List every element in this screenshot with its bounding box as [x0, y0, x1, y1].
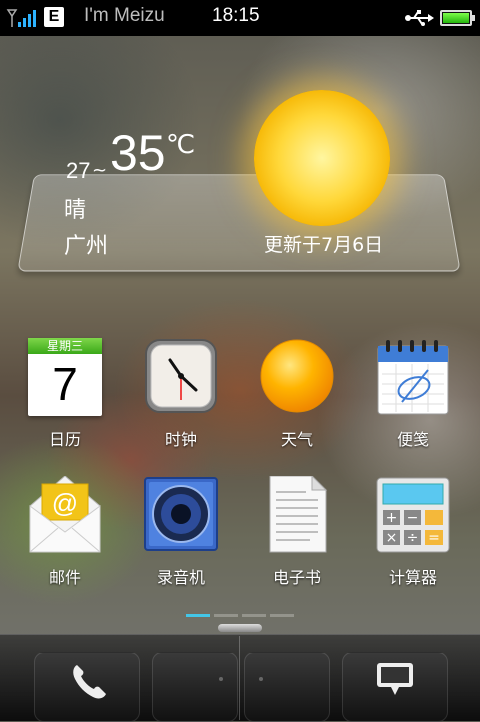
- temperature-unit: ℃: [166, 130, 196, 160]
- temperature-separator: ~: [92, 160, 108, 181]
- app-label: 电子书: [272, 568, 321, 587]
- page-dot-active: [186, 614, 210, 617]
- svg-text:=: =: [428, 530, 440, 546]
- clock-icon: [145, 339, 217, 413]
- app-recorder[interactable]: 录音机: [126, 476, 236, 606]
- recorder-icon: [144, 477, 218, 551]
- weather-icon: [260, 339, 334, 413]
- app-label: 天气: [280, 430, 313, 449]
- svg-text:×: ×: [386, 530, 398, 546]
- status-bar: E I'm Meizu 18:15: [0, 0, 480, 36]
- app-clock[interactable]: 时钟: [126, 338, 236, 468]
- drawer-handle[interactable]: [218, 624, 262, 632]
- svg-text:−: −: [407, 510, 419, 526]
- dock-slot-right[interactable]: [244, 652, 330, 722]
- email-icon: @: [29, 476, 101, 553]
- app-ebook[interactable]: 电子书: [242, 476, 352, 606]
- weather-condition: 晴: [64, 198, 87, 223]
- temperature-low: 27: [66, 158, 91, 183]
- app-label: 便笺: [396, 430, 429, 449]
- app-email[interactable]: @ 邮件: [10, 476, 120, 606]
- app-label: 录音机: [156, 568, 205, 587]
- app-weather[interactable]: 天气: [242, 338, 352, 468]
- message-icon: [377, 663, 413, 695]
- phone-button[interactable]: [34, 652, 140, 722]
- calendar-day: 7: [52, 358, 78, 410]
- app-calendar[interactable]: 星期三 7 日历: [10, 338, 120, 468]
- dock-indicator-dot: [219, 677, 223, 681]
- carrier-name: I'm Meizu: [84, 5, 165, 26]
- message-button[interactable]: [342, 652, 448, 722]
- phone-icon: [73, 665, 106, 699]
- temperature-high: 35: [110, 125, 166, 181]
- calendar-icon: 星期三 7: [28, 338, 102, 416]
- app-label: 时钟: [164, 430, 197, 449]
- dock-divider: [239, 636, 240, 720]
- battery-icon: [440, 10, 475, 26]
- page-dot: [242, 614, 266, 617]
- dock-slot-left[interactable]: [152, 652, 238, 722]
- app-label: 邮件: [48, 568, 81, 587]
- app-label: 计算器: [388, 568, 437, 587]
- network-type-badge: E: [44, 7, 64, 27]
- signal-icon: [6, 9, 36, 27]
- sun-icon: [254, 90, 390, 226]
- weather-city: 广州: [64, 234, 109, 259]
- app-calculator[interactable]: + − × ÷ = 计算器: [358, 476, 468, 606]
- page-indicator: [186, 614, 296, 618]
- svg-text:÷: ÷: [407, 530, 419, 546]
- app-label: 日历: [48, 430, 81, 449]
- page-dot: [214, 614, 238, 617]
- usb-icon: [405, 10, 434, 26]
- svg-text:@: @: [52, 488, 78, 518]
- weather-updated: 更新于7月6日: [264, 234, 384, 256]
- dock-indicator-dot: [259, 677, 263, 681]
- calculator-icon: + − × ÷ =: [376, 477, 450, 553]
- notepad-icon: [377, 340, 449, 415]
- calendar-weekday: 星期三: [28, 338, 102, 354]
- clock-time: 18:15: [212, 5, 260, 26]
- app-notepad[interactable]: 便笺: [358, 338, 468, 468]
- battery-level-fill: [443, 13, 469, 23]
- svg-text:+: +: [386, 510, 398, 526]
- page-dot: [270, 614, 294, 617]
- ebook-icon: [269, 476, 328, 553]
